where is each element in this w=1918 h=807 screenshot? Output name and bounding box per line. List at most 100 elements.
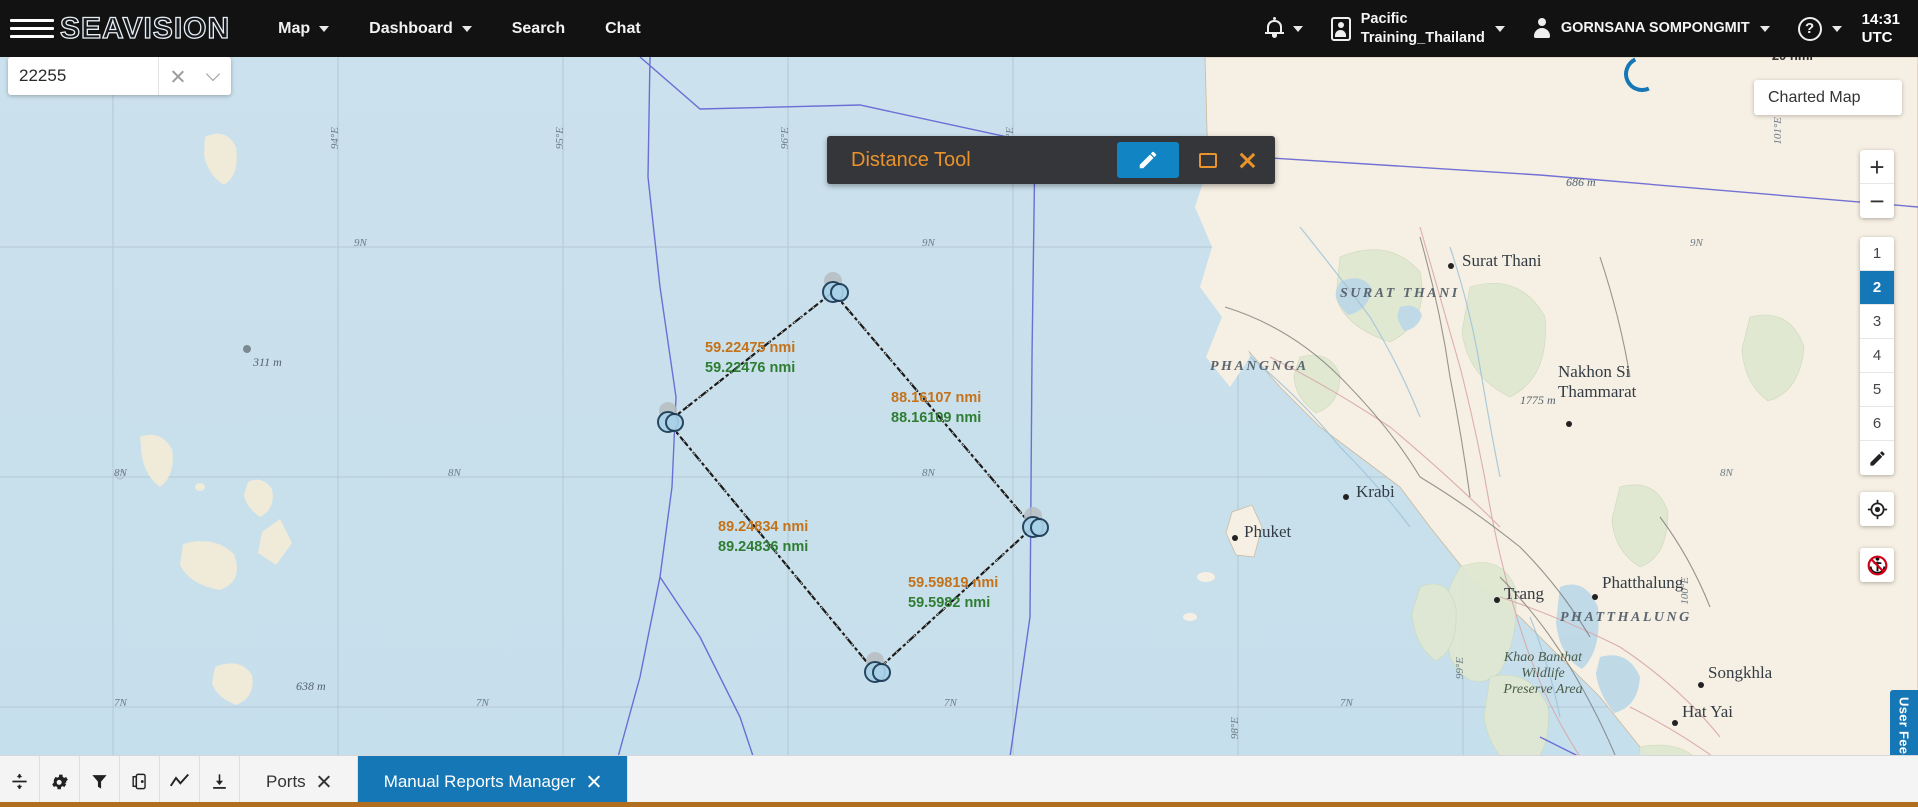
toggle-anchorage-button[interactable] [1860,548,1894,582]
distance-tool-minimize-button[interactable] [1189,142,1227,178]
split-view-icon [12,773,27,790]
chart-line-icon [169,773,189,787]
organization-line1: Pacific [1360,11,1408,28]
nav-item-chat[interactable]: Chat [585,14,661,44]
search-expand-button[interactable] [195,57,231,95]
gear-icon [51,774,68,789]
clock-timezone: UTC [1861,28,1893,46]
brand-name: SEAVISION [59,11,231,45]
lat-label-7N-d: 7N [1340,697,1353,709]
nav-right-cluster: Pacific Training_Thailand GORNSANA SOMPO… [1252,10,1918,46]
top-navigation-bar: SEAVISION Map Dashboard Search Chat Paci… [0,0,1918,57]
chevron-down-icon [461,25,472,32]
search-input[interactable]: 22255 [8,66,158,86]
filter-button[interactable] [80,756,120,807]
lat-label-8N-c: 8N [922,467,935,479]
lat-label-9N-c: 9N [1690,237,1703,249]
id-card-icon [1330,16,1351,41]
search-box[interactable]: 22255 [8,57,231,95]
search-clear-button[interactable] [159,57,195,95]
lon-label-95E: 95°E [554,127,566,150]
close-icon [1238,151,1257,170]
main-nav: Map Dashboard Search Chat [258,14,661,44]
tab-ports-label: Ports [266,771,306,791]
lat-label-7N-a: 7N [114,697,127,709]
lat-label-9N-a: 9N [354,237,367,249]
lat-label-8N-d: 8N [1720,467,1733,479]
chevron-down-icon [205,66,221,81]
locate-me-button[interactable] [1860,492,1894,526]
question-mark-icon: ? [1797,16,1822,41]
nav-item-chat-label: Chat [605,19,641,37]
basemap-label: Charted Map [1768,88,1861,106]
distance-tool-close-button[interactable] [1227,142,1267,178]
tab-manual-reports-manager-label: Manual Reports Manager [383,771,576,791]
lon-label-94E: 94°E [329,127,341,150]
city-dot [1343,494,1349,500]
layer-button-6[interactable]: 6 [1860,407,1894,441]
lon-label-101E-top: 101°E [1772,117,1784,145]
city-dot [1232,535,1238,541]
city-dot [1448,263,1454,269]
download-icon [213,774,226,789]
lat-label-9N-b: 9N [922,237,935,249]
no-entry-control [1860,548,1894,582]
lat-label-7N-c: 7N [944,697,957,709]
nav-item-map[interactable]: Map [258,14,349,44]
clock: 14:31 UTC [1856,11,1900,47]
zoom-controls: + − [1860,150,1894,218]
city-dot [1698,682,1704,688]
crosshair-icon [1867,499,1887,519]
device-copy-button[interactable] [120,756,160,807]
app-logo[interactable]: SEAVISION [59,11,231,46]
split-view-button[interactable] [0,756,40,807]
chevron-down-icon [1494,25,1505,32]
pencil-icon [1139,151,1157,169]
zoom-in-button[interactable]: + [1860,150,1894,184]
distance-tool-edit-button[interactable] [1117,142,1179,178]
locate-control [1860,492,1894,526]
layer-button-3[interactable]: 3 [1860,305,1894,339]
notifications-button[interactable] [1252,17,1317,38]
chevron-down-icon [1831,25,1842,32]
layer-button-1[interactable]: 1 [1860,237,1894,271]
track-history-button[interactable] [160,756,200,807]
layer-edit-button[interactable] [1860,441,1894,475]
bottom-toolbar: Ports Manual Reports Manager [0,755,1918,807]
tab-manual-reports-manager[interactable]: Manual Reports Manager [357,756,628,807]
city-dot [1494,597,1500,603]
user-menu[interactable]: GORNSANA SOMPONGMIT [1519,18,1784,39]
lat-label-8N-b: 8N [448,467,461,479]
hamburger-menu-icon[interactable] [10,19,54,38]
no-anchor-icon [1867,555,1887,575]
lat-label-8N-a: 8N [114,467,127,479]
city-dot [1566,421,1572,427]
download-button[interactable] [200,756,240,807]
layer-button-5[interactable]: 5 [1860,373,1894,407]
settings-button[interactable] [40,756,80,807]
nav-item-dashboard-label: Dashboard [369,19,453,37]
distance-tool-panel[interactable]: Distance Tool [827,136,1275,184]
zoom-out-button[interactable]: − [1860,184,1894,218]
help-menu[interactable]: ? [1784,16,1856,41]
lon-label-96E: 96°E [779,127,791,150]
nav-item-dashboard[interactable]: Dashboard [349,14,492,44]
close-icon[interactable] [586,774,601,789]
lon-label-99E: 99°E [1454,657,1466,680]
tab-ports[interactable]: Ports [240,756,358,807]
pencil-icon [1869,450,1885,466]
lon-label-100E: 100°E [1679,577,1691,605]
basemap-selector[interactable]: Charted Map [1754,80,1902,115]
layer-button-2[interactable]: 2 [1860,271,1894,305]
nav-item-map-label: Map [278,19,311,37]
city-dot [1672,720,1678,726]
layer-selector: 1 2 3 4 5 6 [1860,237,1894,475]
close-icon[interactable] [316,774,331,789]
organization-selector[interactable]: Pacific Training_Thailand [1317,10,1519,46]
nav-item-search[interactable]: Search [492,14,585,44]
city-dot [1592,594,1598,600]
filter-icon [92,775,107,789]
layer-button-4[interactable]: 4 [1860,339,1894,373]
bell-icon [1264,17,1284,38]
chevron-down-icon [1292,25,1303,32]
